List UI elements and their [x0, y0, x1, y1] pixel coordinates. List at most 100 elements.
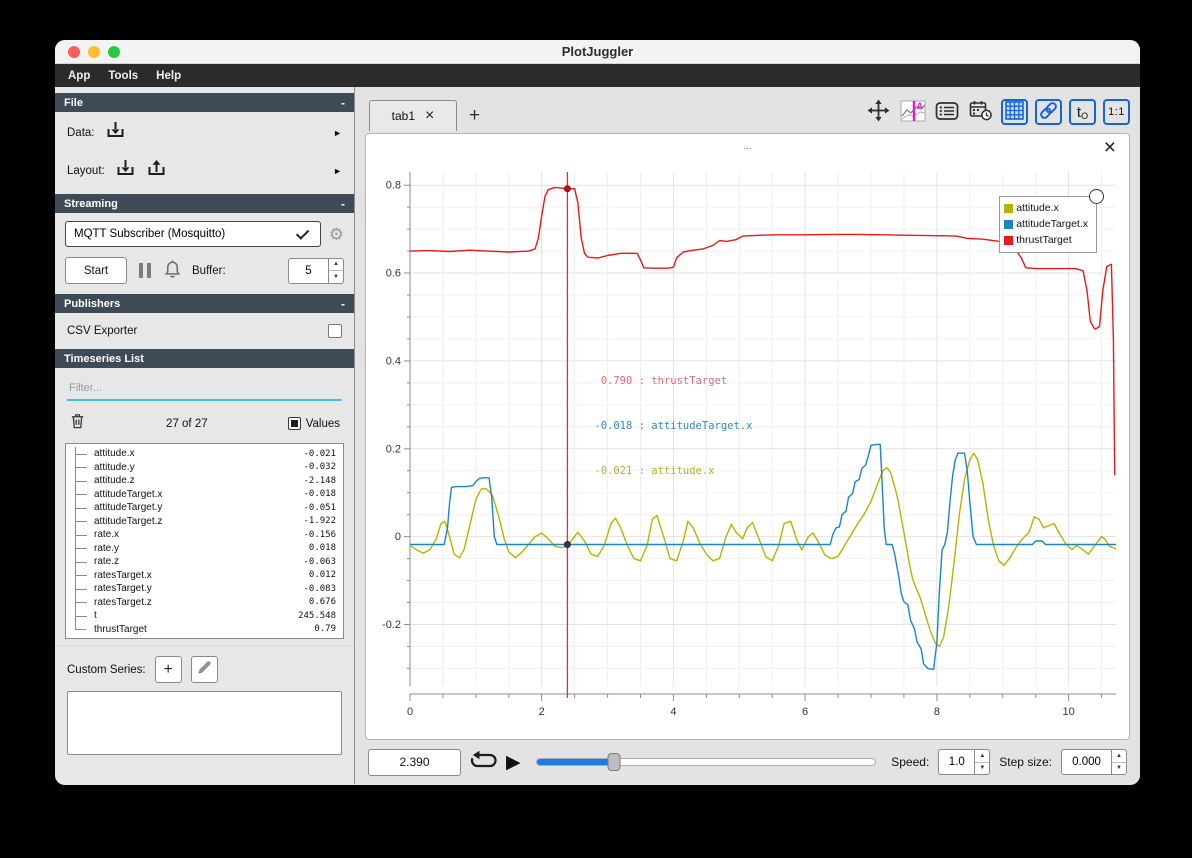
slider-handle[interactable] — [607, 753, 621, 771]
close-window-button[interactable] — [68, 46, 80, 58]
add-custom-series-button[interactable]: + — [154, 656, 182, 683]
series-value: -0.083 — [303, 583, 336, 594]
buffer-up-icon[interactable]: ▲ — [329, 259, 343, 271]
data-submenu-arrow-icon[interactable]: ► — [333, 128, 342, 138]
filter-input[interactable] — [67, 378, 342, 401]
time-offset-button[interactable]: t O — [1069, 99, 1096, 125]
speed-spinbox[interactable]: 1.0 ▲ ▼ — [938, 749, 991, 775]
legend-handle-icon[interactable] — [1089, 189, 1104, 204]
tree-branch-icon — [75, 447, 92, 461]
section-header-timeseries[interactable]: Timeseries List — [55, 349, 354, 368]
speed-value: 1.0 — [948, 756, 965, 768]
tree-branch-icon — [75, 541, 92, 555]
speed-up-icon[interactable]: ▲ — [975, 750, 990, 763]
legend-label: attitudeTarget.x — [1016, 218, 1088, 230]
list-item[interactable]: attitude.y -0.032 — [68, 460, 341, 474]
tracker-button[interactable]: A — [899, 99, 926, 125]
legend-entry[interactable]: thrustTarget — [1004, 232, 1088, 248]
curve-list-button[interactable] — [933, 99, 960, 125]
publishers-section-title: Publishers — [64, 297, 121, 310]
streaming-source-select[interactable]: MQTT Subscriber (Mosquitto) — [65, 221, 321, 247]
list-item[interactable]: attitudeTarget.z -1.922 — [68, 514, 341, 528]
ratio-button[interactable]: 1:1 — [1103, 99, 1130, 125]
link-axes-button[interactable] — [1035, 99, 1062, 125]
play-button[interactable]: ▶ — [506, 753, 521, 772]
load-data-button[interactable] — [105, 121, 126, 144]
buffer-spinbox[interactable]: 5 ▲ ▼ — [288, 257, 344, 284]
buffer-value: 5 — [305, 264, 312, 277]
values-checkbox-icon — [287, 417, 301, 430]
tree-branch-icon — [75, 622, 92, 637]
collapse-streaming-icon[interactable]: - — [341, 197, 345, 211]
custom-series-list[interactable] — [67, 691, 342, 755]
buffer-down-icon[interactable]: ▼ — [329, 271, 343, 283]
list-item[interactable]: ratesTarget.z 0.676 — [68, 595, 341, 609]
step-down-icon[interactable]: ▼ — [1112, 763, 1126, 775]
list-item[interactable]: ratesTarget.x 0.012 — [68, 568, 341, 582]
fullscreen-button[interactable] — [865, 99, 892, 125]
link-icon — [1038, 100, 1059, 124]
timeseries-list[interactable]: attitude.x -0.021 attitude.y -0.032 attitu… — [65, 443, 344, 639]
tab-tab1[interactable]: tab1 × — [369, 100, 457, 131]
svg-text:A: A — [916, 101, 923, 111]
main-panel: tab1 × + A t O 1:1 ... × 0.8 0.6 0.4 0.2… — [355, 87, 1140, 784]
save-layout-button[interactable] — [146, 159, 167, 182]
list-item[interactable]: thrustTarget 0.79 — [68, 622, 341, 637]
trash-icon[interactable] — [69, 412, 86, 435]
section-header-streaming[interactable]: Streaming - — [55, 194, 354, 213]
new-tab-button[interactable]: + — [469, 105, 480, 127]
list-item[interactable]: rate.x -0.156 — [68, 528, 341, 542]
section-header-file[interactable]: File - — [55, 93, 354, 112]
list-item[interactable]: attitude.x -0.021 — [68, 447, 341, 461]
curve-tracker-icon: A — [900, 100, 926, 125]
menu-app[interactable]: App — [59, 70, 99, 82]
loop-button[interactable] — [470, 750, 497, 774]
legend-label: attitude.x — [1016, 202, 1059, 214]
list-item[interactable]: ratesTarget.y -0.083 — [68, 582, 341, 596]
edit-custom-series-button[interactable] — [190, 656, 218, 683]
layout-submenu-arrow-icon[interactable]: ► — [333, 166, 342, 176]
bell-icon[interactable] — [163, 258, 182, 283]
grid-toggle-button[interactable] — [1001, 99, 1028, 125]
series-value: 0.018 — [308, 543, 336, 554]
list-item[interactable]: attitude.z -2.148 — [68, 474, 341, 488]
datetime-button[interactable] — [967, 99, 994, 125]
pause-icon[interactable] — [137, 263, 153, 278]
list-item[interactable]: attitudeTarget.x -0.018 — [68, 487, 341, 501]
plot-close-icon[interactable]: × — [1104, 137, 1116, 158]
step-size-spinbox[interactable]: 0.000 ▲ ▼ — [1061, 749, 1127, 775]
zoom-window-button[interactable] — [108, 46, 120, 58]
series-name: rate.x — [94, 529, 120, 541]
minimize-window-button[interactable] — [88, 46, 100, 58]
series-name: ratesTarget.z — [94, 596, 152, 608]
export-layout-icon — [146, 159, 167, 182]
plot-canvas[interactable]: 0.8 0.6 0.4 0.2 0 -0.2 0 2 4 6 8 10 attitude.x atti… — [368, 158, 1127, 739]
gear-icon[interactable]: ⚙ — [329, 226, 344, 243]
svg-text:0: 0 — [407, 706, 413, 718]
list-item[interactable]: rate.y 0.018 — [68, 541, 341, 555]
plot-legend[interactable]: attitude.x attitudeTarget.x thrustTarget — [999, 189, 1104, 253]
time-slider[interactable] — [535, 753, 877, 771]
values-toggle[interactable]: Values — [287, 417, 340, 430]
svg-text:6: 6 — [802, 706, 808, 718]
csv-exporter-checkbox[interactable] — [328, 324, 342, 338]
menu-tools[interactable]: Tools — [99, 70, 147, 82]
list-item[interactable]: rate.z -0.063 — [68, 555, 341, 569]
time-field[interactable] — [368, 748, 461, 776]
section-header-publishers[interactable]: Publishers - — [55, 294, 354, 313]
legend-entry[interactable]: attitudeTarget.x — [1004, 216, 1088, 232]
menu-help[interactable]: Help — [147, 70, 190, 82]
step-up-icon[interactable]: ▲ — [1112, 750, 1126, 763]
data-row: Data: ► — [55, 112, 354, 153]
start-streaming-button[interactable]: Start — [65, 257, 127, 284]
list-item[interactable]: attitudeTarget.y -0.051 — [68, 501, 341, 515]
collapse-publishers-icon[interactable]: - — [341, 297, 345, 311]
load-layout-button[interactable] — [115, 159, 136, 182]
collapse-file-icon[interactable]: - — [341, 96, 345, 110]
list-item[interactable]: t 245.548 — [68, 609, 341, 623]
tab-close-icon[interactable]: × — [425, 108, 434, 124]
speed-down-icon[interactable]: ▼ — [975, 763, 989, 775]
cursor-marker-icon — [563, 185, 571, 193]
legend-entry[interactable]: attitude.x — [1004, 200, 1088, 216]
tooltip-line: -0.021 : attitude.x — [594, 465, 715, 477]
